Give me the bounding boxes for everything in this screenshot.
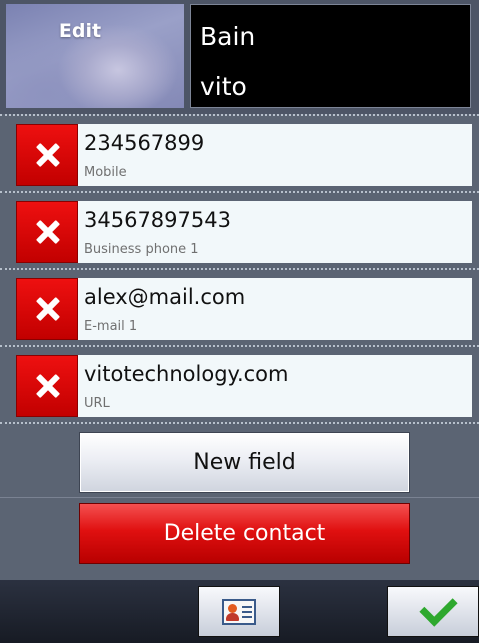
contact-photo-edit[interactable]: Edit bbox=[6, 4, 184, 108]
delete-field-button[interactable] bbox=[16, 355, 78, 417]
bottom-toolbar bbox=[0, 580, 479, 643]
field-value: vitotechnology.com bbox=[84, 362, 289, 386]
field-value: alex@mail.com bbox=[84, 285, 246, 309]
ok-button[interactable] bbox=[387, 586, 479, 637]
divider bbox=[0, 497, 479, 498]
contact-card-icon bbox=[222, 599, 256, 625]
divider-bottom bbox=[0, 422, 479, 424]
edit-photo-label: Edit bbox=[58, 20, 102, 42]
first-name-field[interactable]: Bain bbox=[200, 22, 255, 51]
close-icon bbox=[37, 375, 59, 397]
divider bbox=[0, 191, 479, 193]
field-row-url: vitotechnology.com URL bbox=[0, 345, 479, 422]
field-label: URL bbox=[84, 396, 110, 411]
field-label: Business phone 1 bbox=[84, 242, 199, 257]
checkmark-icon bbox=[419, 588, 458, 627]
field-value-box[interactable]: alex@mail.com E-mail 1 bbox=[78, 278, 472, 340]
name-fields[interactable]: Bain vito bbox=[190, 4, 471, 108]
contact-header: Edit Bain vito bbox=[0, 0, 479, 114]
field-value-box[interactable]: vitotechnology.com URL bbox=[78, 355, 472, 417]
field-row-mobile: 234567899 Mobile bbox=[0, 114, 479, 191]
contact-card-button[interactable] bbox=[198, 586, 280, 637]
field-value: 34567897543 bbox=[84, 208, 231, 232]
field-value: 234567899 bbox=[84, 131, 205, 155]
divider bbox=[0, 268, 479, 270]
delete-field-button[interactable] bbox=[16, 278, 78, 340]
field-label: E-mail 1 bbox=[84, 319, 138, 334]
divider bbox=[0, 422, 479, 424]
field-row-business-phone: 34567897543 Business phone 1 bbox=[0, 191, 479, 268]
field-label: Mobile bbox=[84, 165, 127, 180]
divider bbox=[0, 345, 479, 347]
delete-field-button[interactable] bbox=[16, 201, 78, 263]
last-name-field[interactable]: vito bbox=[200, 72, 247, 101]
delete-field-button[interactable] bbox=[16, 124, 78, 186]
divider bbox=[0, 114, 479, 116]
field-row-email: alex@mail.com E-mail 1 bbox=[0, 268, 479, 345]
close-icon bbox=[37, 221, 59, 243]
field-value-box[interactable]: 34567897543 Business phone 1 bbox=[78, 201, 472, 263]
field-value-box[interactable]: 234567899 Mobile bbox=[78, 124, 472, 186]
close-icon bbox=[37, 298, 59, 320]
delete-contact-button[interactable]: Delete contact bbox=[79, 503, 410, 564]
close-icon bbox=[37, 144, 59, 166]
new-field-button[interactable]: New field bbox=[79, 432, 410, 493]
